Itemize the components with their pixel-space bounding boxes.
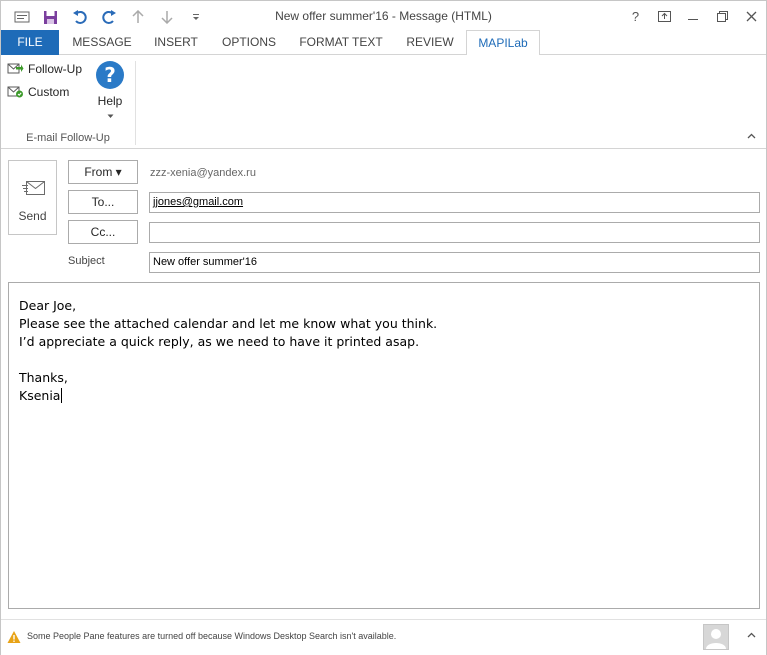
follow-up-button[interactable]: Follow-Up (7, 61, 82, 76)
cc-field[interactable] (149, 222, 760, 243)
body-line: Ksenia (19, 388, 61, 403)
ribbon-display-options-icon[interactable] (650, 1, 679, 31)
help-ribbon-label: Help (97, 94, 123, 108)
body-line (19, 351, 749, 369)
tab-insert[interactable]: INSERT (144, 30, 208, 55)
people-pane-warning: Some People Pane features are turned off… (27, 631, 397, 641)
warning-icon (7, 631, 21, 643)
restore-icon[interactable] (708, 1, 737, 31)
cc-button[interactable]: Cc... (68, 220, 138, 244)
send-button[interactable]: Send (8, 160, 57, 235)
help-ribbon-button[interactable]: ? Help (93, 61, 127, 122)
minimize-icon[interactable] (679, 1, 708, 31)
send-label: Send (18, 209, 47, 223)
to-recipient[interactable]: jjones@gmail.com (153, 196, 243, 208)
from-address: zzz-xenia@yandex.ru (150, 167, 256, 179)
body-line: Thanks, (19, 370, 68, 385)
person-icon (706, 629, 726, 649)
follow-up-icon (7, 63, 24, 74)
window-controls: ? (621, 1, 766, 31)
help-dropdown-icon[interactable] (93, 108, 127, 122)
ribbon-group-label: E-mail Follow-Up (26, 132, 110, 144)
collapse-ribbon-icon[interactable] (747, 131, 756, 142)
outlook-message-window: New offer summer'16 - Message (HTML) ? F… (0, 0, 767, 655)
ribbon-tabs: FILE MESSAGE INSERT OPTIONS FORMAT TEXT … (1, 30, 766, 56)
subject-field[interactable]: New offer summer'16 (149, 252, 760, 273)
status-bar: Some People Pane features are turned off… (1, 619, 766, 655)
custom-icon (7, 86, 23, 98)
text-cursor (61, 388, 63, 403)
to-button[interactable]: To... (68, 190, 138, 214)
body-line: Please see the attached calendar and let… (19, 316, 438, 331)
expand-people-pane-icon[interactable] (747, 630, 756, 641)
help-icon: ? (96, 61, 124, 89)
message-body[interactable]: Dear Joe, Please see the attached calend… (8, 282, 760, 609)
tab-file[interactable]: FILE (1, 30, 59, 55)
tab-message[interactable]: MESSAGE (63, 30, 141, 55)
to-field[interactable]: jjones@gmail.com (149, 192, 760, 213)
send-envelope-icon (22, 181, 45, 195)
close-icon[interactable] (737, 1, 766, 31)
follow-up-label: Follow-Up (28, 61, 83, 76)
body-line-last: Ksenia (19, 387, 749, 405)
subject-label: Subject (68, 255, 105, 267)
tab-mapilab[interactable]: MAPILab (466, 30, 540, 56)
body-line: Dear Joe, (19, 298, 77, 313)
help-button[interactable]: ? (621, 1, 650, 31)
custom-label: Custom (28, 84, 70, 99)
tab-format-text[interactable]: FORMAT TEXT (291, 30, 391, 55)
title-bar: New offer summer'16 - Message (HTML) ? (1, 1, 766, 31)
ribbon-panel: Follow-Up Custom ? Help E-mail Follow-Up (1, 55, 766, 149)
ribbon-group-divider (135, 61, 136, 145)
custom-button[interactable]: Custom (7, 84, 69, 99)
tab-review[interactable]: REVIEW (396, 30, 464, 55)
avatar[interactable] (703, 624, 729, 650)
from-button[interactable]: From ▾ (68, 160, 138, 184)
body-line: I’d appreciate a quick reply, as we need… (19, 334, 420, 349)
tab-options[interactable]: OPTIONS (213, 30, 285, 55)
